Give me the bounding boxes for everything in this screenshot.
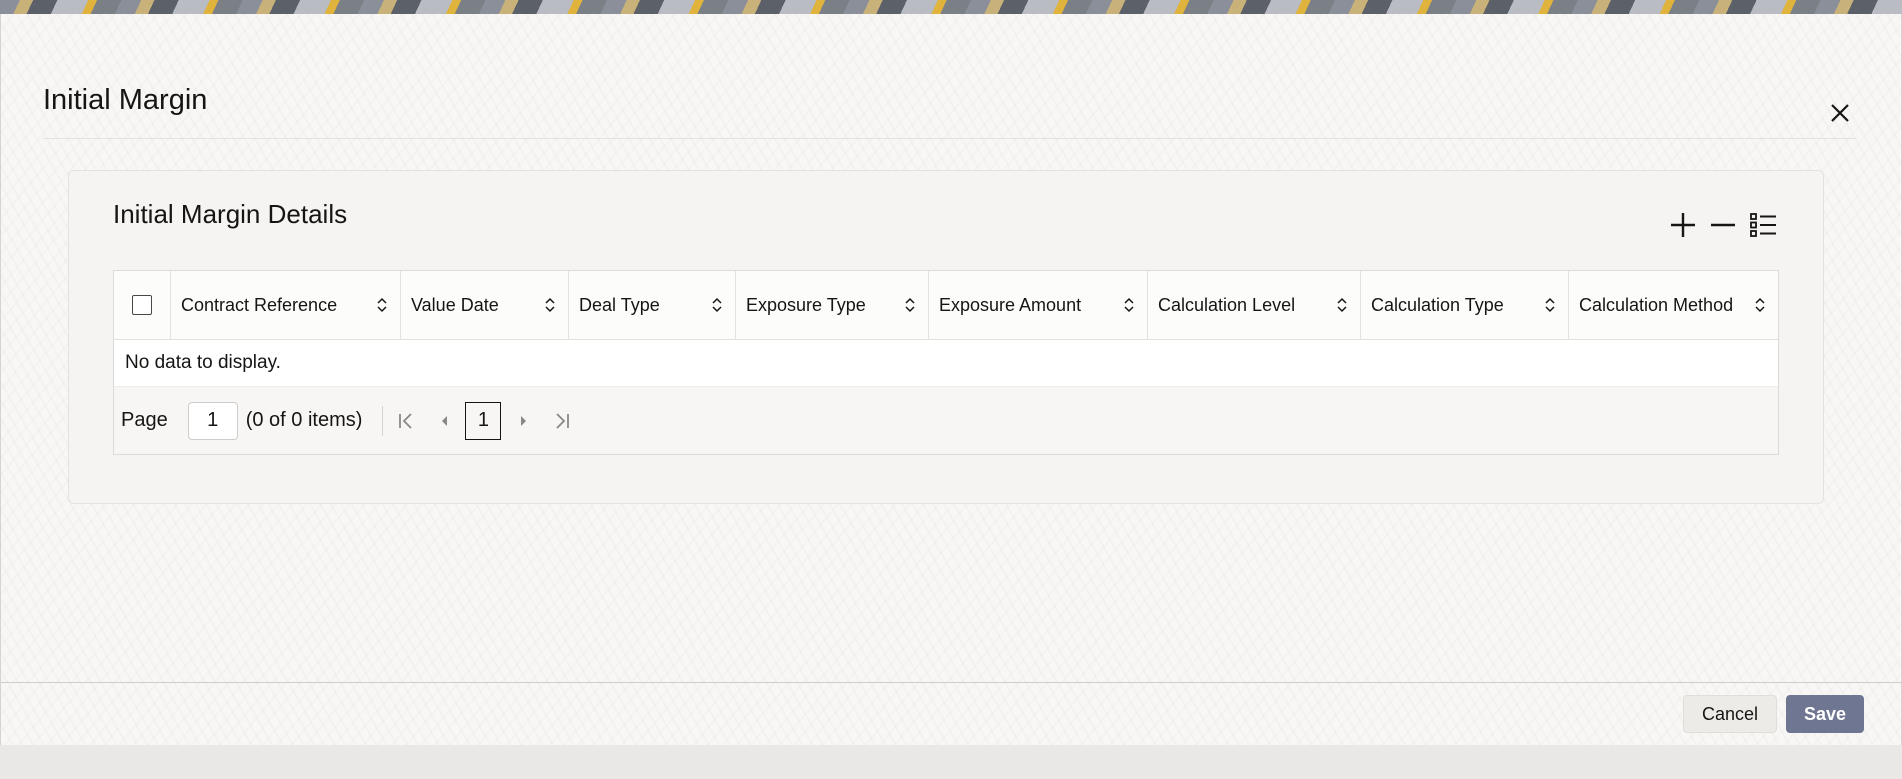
add-row-button[interactable] bbox=[1667, 209, 1699, 241]
empty-message: No data to display. bbox=[125, 352, 281, 373]
close-icon bbox=[1831, 104, 1849, 122]
panel-title: Initial Margin Details bbox=[113, 199, 348, 229]
initial-margin-dialog: Initial Margin Initial Margin Details Co… bbox=[0, 14, 1902, 745]
page-number-input[interactable] bbox=[187, 401, 238, 440]
column-label: Contract Reference bbox=[181, 294, 338, 315]
sort-icon bbox=[1755, 297, 1765, 313]
last-page-button[interactable] bbox=[547, 402, 577, 440]
column-label: Calculation Type bbox=[1371, 294, 1504, 315]
column-header-calculation-level[interactable]: Calculation Level bbox=[1148, 271, 1361, 339]
sort-icon bbox=[905, 297, 915, 313]
column-header-exposure-type[interactable]: Exposure Type bbox=[736, 271, 929, 339]
pager-divider bbox=[382, 405, 384, 436]
column-header-calculation-method[interactable]: Calculation Method bbox=[1569, 271, 1778, 339]
first-page-icon bbox=[399, 412, 413, 429]
column-header-calculation-type[interactable]: Calculation Type bbox=[1361, 271, 1569, 339]
cancel-button[interactable]: Cancel bbox=[1683, 695, 1777, 733]
column-header-deal-type[interactable]: Deal Type bbox=[569, 271, 736, 339]
title-divider bbox=[43, 138, 1857, 139]
next-page-button[interactable] bbox=[509, 402, 539, 440]
sort-icon bbox=[1337, 297, 1347, 313]
bottom-bar bbox=[0, 745, 1902, 779]
column-header-exposure-amount[interactable]: Exposure Amount bbox=[929, 271, 1148, 339]
save-button[interactable]: Save bbox=[1786, 695, 1864, 733]
column-label: Deal Type bbox=[579, 294, 660, 315]
last-page-icon bbox=[556, 412, 570, 429]
column-header-contract-reference[interactable]: Contract Reference bbox=[171, 271, 401, 339]
column-label: Exposure Type bbox=[746, 294, 866, 315]
sort-icon bbox=[377, 297, 387, 313]
select-all-checkbox[interactable] bbox=[132, 295, 152, 315]
previous-page-icon bbox=[442, 415, 448, 426]
initial-margin-details-panel: Initial Margin Details Contract Referenc… bbox=[68, 170, 1824, 504]
footer-divider bbox=[1, 682, 1901, 683]
current-page-button[interactable]: 1 bbox=[465, 401, 502, 440]
table-header: Contract Reference Value Date Deal Type … bbox=[114, 271, 1778, 340]
top-banner-strip bbox=[0, 0, 1902, 14]
pagination-bar: Page (0 of 0 items) 1 bbox=[114, 386, 1778, 454]
first-page-button[interactable] bbox=[391, 402, 421, 440]
minus-icon bbox=[1711, 223, 1735, 227]
remove-row-button[interactable] bbox=[1707, 209, 1739, 241]
sort-icon bbox=[545, 297, 555, 313]
close-button[interactable] bbox=[1825, 98, 1855, 128]
column-label: Exposure Amount bbox=[939, 294, 1082, 315]
sort-icon bbox=[1124, 297, 1134, 313]
column-label: Value Date bbox=[411, 294, 499, 315]
page-label: Page bbox=[121, 409, 168, 431]
panel-toolbar bbox=[1667, 209, 1779, 241]
previous-page-button[interactable] bbox=[429, 402, 459, 440]
item-count: (0 of 0 items) bbox=[245, 409, 363, 431]
dialog-title: Initial Margin bbox=[43, 84, 208, 116]
plus-icon bbox=[1671, 213, 1695, 237]
column-header-value-date[interactable]: Value Date bbox=[401, 271, 569, 339]
sort-icon bbox=[712, 297, 722, 313]
column-label: Calculation Method bbox=[1579, 294, 1734, 315]
column-label: Calculation Level bbox=[1158, 294, 1296, 315]
columns-button[interactable] bbox=[1747, 209, 1779, 241]
list-columns-icon bbox=[1750, 213, 1776, 237]
initial-margin-table: Contract Reference Value Date Deal Type … bbox=[113, 270, 1779, 455]
sort-icon bbox=[1545, 297, 1555, 313]
next-page-icon bbox=[521, 415, 527, 426]
select-all-cell bbox=[114, 271, 171, 339]
